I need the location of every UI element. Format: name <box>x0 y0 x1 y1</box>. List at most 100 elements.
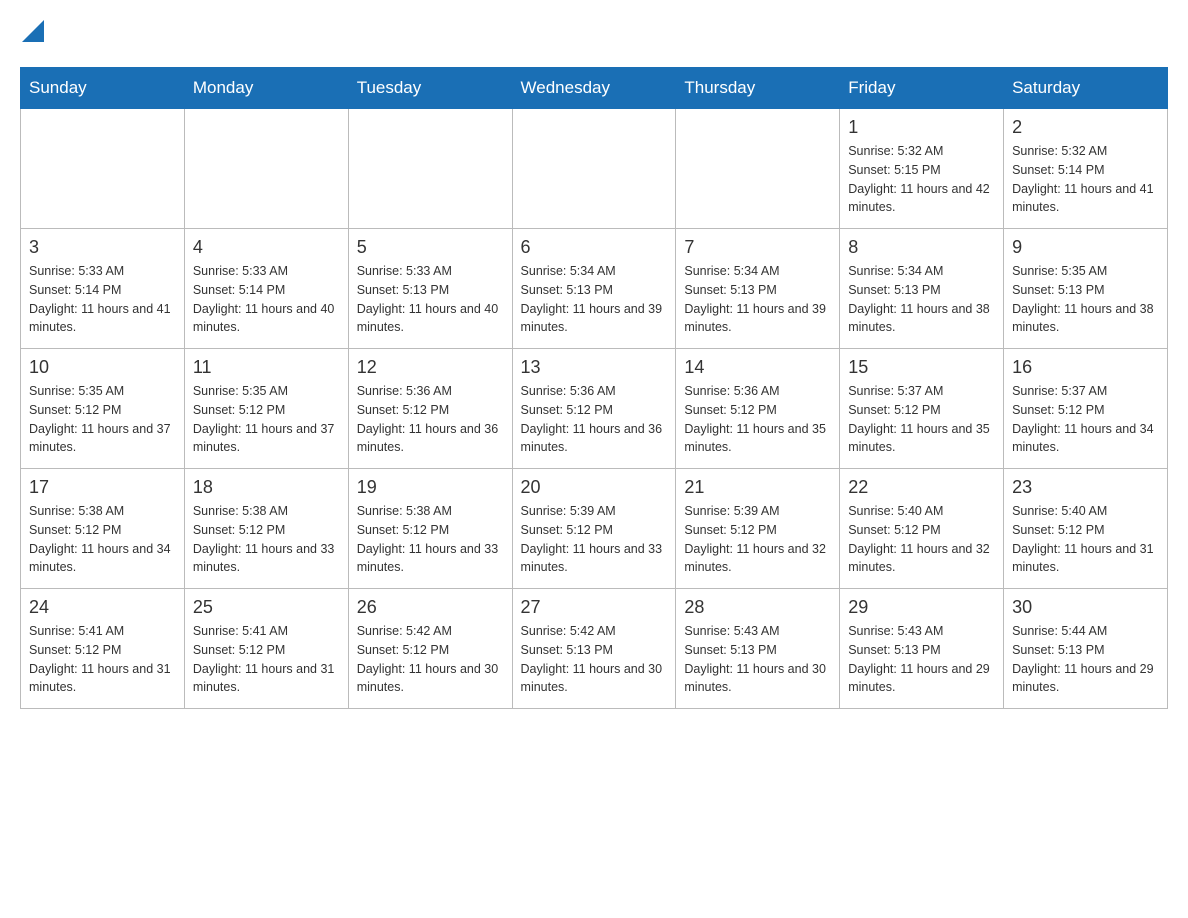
calendar-cell: 26 Sunrise: 5:42 AM Sunset: 5:12 PM Dayli… <box>348 589 512 709</box>
day-info: Sunrise: 5:36 AM Sunset: 5:12 PM Dayligh… <box>521 382 668 457</box>
calendar-cell: 22 Sunrise: 5:40 AM Sunset: 5:12 PM Dayli… <box>840 469 1004 589</box>
calendar-cell: 7 Sunrise: 5:34 AM Sunset: 5:13 PM Daylig… <box>676 229 840 349</box>
day-number: 7 <box>684 237 831 258</box>
day-info: Sunrise: 5:34 AM Sunset: 5:13 PM Dayligh… <box>684 262 831 337</box>
calendar-cell: 21 Sunrise: 5:39 AM Sunset: 5:12 PM Dayli… <box>676 469 840 589</box>
day-number: 30 <box>1012 597 1159 618</box>
day-number: 6 <box>521 237 668 258</box>
calendar-cell: 1 Sunrise: 5:32 AM Sunset: 5:15 PM Daylig… <box>840 109 1004 229</box>
calendar-cell: 20Sunrise: 5:39 AM Sunset: 5:12 PM Dayli… <box>512 469 676 589</box>
calendar-cell: 11 Sunrise: 5:35 AM Sunset: 5:12 PM Dayli… <box>184 349 348 469</box>
day-number: 24 <box>29 597 176 618</box>
calendar-cell: 5Sunrise: 5:33 AM Sunset: 5:13 PM Daylig… <box>348 229 512 349</box>
day-info: Sunrise: 5:37 AM Sunset: 5:12 PM Dayligh… <box>848 382 995 457</box>
day-info: Sunrise: 5:37 AM Sunset: 5:12 PM Dayligh… <box>1012 382 1159 457</box>
day-info: Sunrise: 5:36 AM Sunset: 5:12 PM Dayligh… <box>357 382 504 457</box>
day-number: 10 <box>29 357 176 378</box>
day-number: 11 <box>193 357 340 378</box>
day-info: Sunrise: 5:43 AM Sunset: 5:13 PM Dayligh… <box>848 622 995 697</box>
calendar-cell: 14Sunrise: 5:36 AM Sunset: 5:12 PM Dayli… <box>676 349 840 469</box>
calendar-cell <box>512 109 676 229</box>
calendar-cell: 19 Sunrise: 5:38 AM Sunset: 5:12 PM Dayli… <box>348 469 512 589</box>
day-number: 23 <box>1012 477 1159 498</box>
weekday-header-thursday: Thursday <box>676 68 840 109</box>
calendar-cell: 13 Sunrise: 5:36 AM Sunset: 5:12 PM Dayli… <box>512 349 676 469</box>
weekday-header-saturday: Saturday <box>1004 68 1168 109</box>
calendar-cell: 27 Sunrise: 5:42 AM Sunset: 5:13 PM Dayli… <box>512 589 676 709</box>
calendar-cell: 28 Sunrise: 5:43 AM Sunset: 5:13 PM Dayli… <box>676 589 840 709</box>
calendar-cell: 15 Sunrise: 5:37 AM Sunset: 5:12 PM Dayli… <box>840 349 1004 469</box>
day-number: 15 <box>848 357 995 378</box>
weekday-header-sunday: Sunday <box>21 68 185 109</box>
day-number: 4 <box>193 237 340 258</box>
day-number: 14 <box>684 357 831 378</box>
calendar-cell: 10 Sunrise: 5:35 AM Sunset: 5:12 PM Dayli… <box>21 349 185 469</box>
calendar-cell: 17Sunrise: 5:38 AM Sunset: 5:12 PM Dayli… <box>21 469 185 589</box>
day-number: 29 <box>848 597 995 618</box>
day-info: Sunrise: 5:35 AM Sunset: 5:12 PM Dayligh… <box>29 382 176 457</box>
day-info: Sunrise: 5:38 AM Sunset: 5:12 PM Dayligh… <box>357 502 504 577</box>
day-info: Sunrise: 5:42 AM Sunset: 5:13 PM Dayligh… <box>521 622 668 697</box>
calendar-cell: 30 Sunrise: 5:44 AM Sunset: 5:13 PM Dayli… <box>1004 589 1168 709</box>
day-number: 27 <box>521 597 668 618</box>
week-row-4: 17Sunrise: 5:38 AM Sunset: 5:12 PM Dayli… <box>21 469 1168 589</box>
day-info: Sunrise: 5:33 AM Sunset: 5:14 PM Dayligh… <box>193 262 340 337</box>
calendar-cell: 3 Sunrise: 5:33 AM Sunset: 5:14 PM Daylig… <box>21 229 185 349</box>
week-row-3: 10 Sunrise: 5:35 AM Sunset: 5:12 PM Dayli… <box>21 349 1168 469</box>
week-row-2: 3 Sunrise: 5:33 AM Sunset: 5:14 PM Daylig… <box>21 229 1168 349</box>
day-number: 2 <box>1012 117 1159 138</box>
calendar-cell <box>184 109 348 229</box>
day-number: 18 <box>193 477 340 498</box>
day-number: 28 <box>684 597 831 618</box>
calendar-cell: 12 Sunrise: 5:36 AM Sunset: 5:12 PM Dayli… <box>348 349 512 469</box>
day-number: 8 <box>848 237 995 258</box>
calendar-cell: 25 Sunrise: 5:41 AM Sunset: 5:12 PM Dayli… <box>184 589 348 709</box>
day-number: 19 <box>357 477 504 498</box>
day-info: Sunrise: 5:34 AM Sunset: 5:13 PM Dayligh… <box>848 262 995 337</box>
calendar-cell: 8 Sunrise: 5:34 AM Sunset: 5:13 PM Daylig… <box>840 229 1004 349</box>
day-number: 12 <box>357 357 504 378</box>
day-number: 22 <box>848 477 995 498</box>
weekday-header-wednesday: Wednesday <box>512 68 676 109</box>
day-info: Sunrise: 5:40 AM Sunset: 5:12 PM Dayligh… <box>848 502 995 577</box>
day-number: 5 <box>357 237 504 258</box>
day-info: Sunrise: 5:38 AM Sunset: 5:12 PM Dayligh… <box>193 502 340 577</box>
calendar-cell: 4 Sunrise: 5:33 AM Sunset: 5:14 PM Daylig… <box>184 229 348 349</box>
day-info: Sunrise: 5:39 AM Sunset: 5:12 PM Dayligh… <box>684 502 831 577</box>
logo-triangle-icon <box>22 20 44 42</box>
day-number: 26 <box>357 597 504 618</box>
logo <box>20 20 44 47</box>
day-info: Sunrise: 5:42 AM Sunset: 5:12 PM Dayligh… <box>357 622 504 697</box>
calendar-cell: 23 Sunrise: 5:40 AM Sunset: 5:12 PM Dayli… <box>1004 469 1168 589</box>
calendar-cell <box>21 109 185 229</box>
calendar-cell: 18 Sunrise: 5:38 AM Sunset: 5:12 PM Dayli… <box>184 469 348 589</box>
day-info: Sunrise: 5:43 AM Sunset: 5:13 PM Dayligh… <box>684 622 831 697</box>
day-info: Sunrise: 5:32 AM Sunset: 5:15 PM Dayligh… <box>848 142 995 217</box>
day-info: Sunrise: 5:35 AM Sunset: 5:12 PM Dayligh… <box>193 382 340 457</box>
day-number: 1 <box>848 117 995 138</box>
day-info: Sunrise: 5:32 AM Sunset: 5:14 PM Dayligh… <box>1012 142 1159 217</box>
calendar-cell: 29 Sunrise: 5:43 AM Sunset: 5:13 PM Dayli… <box>840 589 1004 709</box>
calendar-cell: 2 Sunrise: 5:32 AM Sunset: 5:14 PM Daylig… <box>1004 109 1168 229</box>
calendar-cell: 9Sunrise: 5:35 AM Sunset: 5:13 PM Daylig… <box>1004 229 1168 349</box>
weekday-header-friday: Friday <box>840 68 1004 109</box>
weekday-header-monday: Monday <box>184 68 348 109</box>
calendar-cell <box>348 109 512 229</box>
day-info: Sunrise: 5:44 AM Sunset: 5:13 PM Dayligh… <box>1012 622 1159 697</box>
day-number: 3 <box>29 237 176 258</box>
day-number: 21 <box>684 477 831 498</box>
week-row-1: 1 Sunrise: 5:32 AM Sunset: 5:15 PM Daylig… <box>21 109 1168 229</box>
day-info: Sunrise: 5:38 AM Sunset: 5:12 PM Dayligh… <box>29 502 176 577</box>
day-info: Sunrise: 5:41 AM Sunset: 5:12 PM Dayligh… <box>29 622 176 697</box>
day-number: 25 <box>193 597 340 618</box>
week-row-5: 24 Sunrise: 5:41 AM Sunset: 5:12 PM Dayli… <box>21 589 1168 709</box>
day-number: 13 <box>521 357 668 378</box>
day-info: Sunrise: 5:40 AM Sunset: 5:12 PM Dayligh… <box>1012 502 1159 577</box>
calendar-cell <box>676 109 840 229</box>
day-info: Sunrise: 5:33 AM Sunset: 5:14 PM Dayligh… <box>29 262 176 337</box>
day-info: Sunrise: 5:41 AM Sunset: 5:12 PM Dayligh… <box>193 622 340 697</box>
calendar-cell: 16 Sunrise: 5:37 AM Sunset: 5:12 PM Dayli… <box>1004 349 1168 469</box>
day-number: 20 <box>521 477 668 498</box>
calendar-cell: 24 Sunrise: 5:41 AM Sunset: 5:12 PM Dayli… <box>21 589 185 709</box>
day-number: 16 <box>1012 357 1159 378</box>
